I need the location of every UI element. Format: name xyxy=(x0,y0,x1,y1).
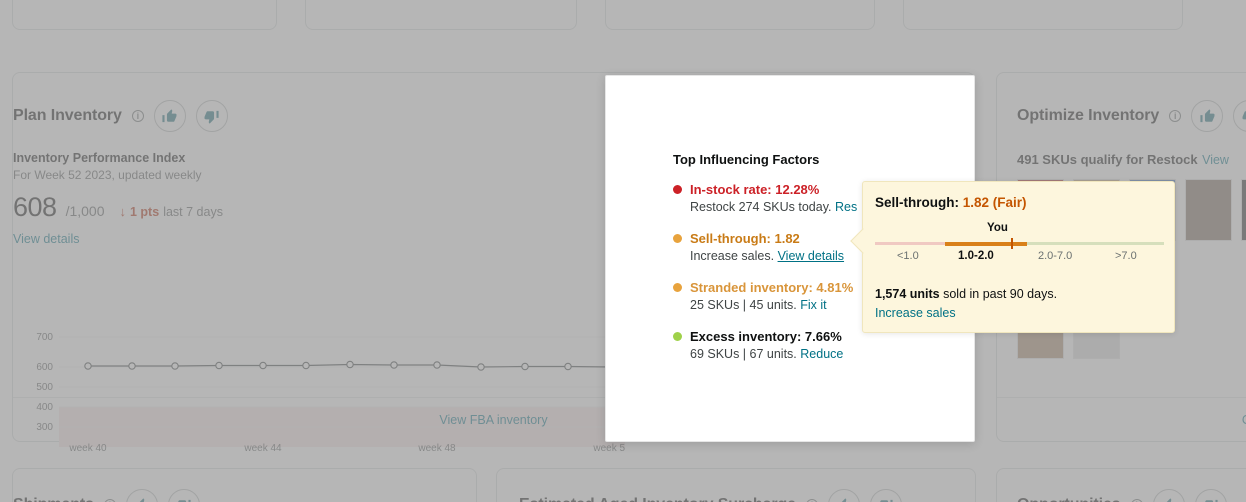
gauge-label-gt7: >7.0 xyxy=(1115,250,1137,262)
tooltip-title-value: 1.82 (Fair) xyxy=(962,195,1027,210)
ipi-score-denominator: /1,000 xyxy=(65,203,105,219)
thumbs-up-button[interactable] xyxy=(1191,100,1224,132)
gauge-segment-gt7 xyxy=(1089,242,1164,245)
product-thumbnail[interactable] xyxy=(1241,179,1246,241)
sell-through-tooltip: Sell-through: 1.82 (Fair) You <1.0 1.0-2… xyxy=(850,181,1175,333)
optimize-inventory-footer: Optimize FBA xyxy=(997,397,1246,441)
factor-action-link[interactable]: Reduce xyxy=(800,347,843,361)
svg-text:week 44: week 44 xyxy=(243,443,282,454)
tooltip-units-sold: 1,574 units xyxy=(875,287,940,301)
ipi-delta: ↓ 1 pts last 7 days xyxy=(120,204,223,219)
gauge-label-lt1: <1.0 xyxy=(897,250,919,262)
gauge-segment-2-7 xyxy=(1027,242,1089,245)
thumbs-up-icon xyxy=(841,497,847,502)
page-title: Plan Inventory xyxy=(13,107,122,124)
tooltip-title-prefix: Sell-through: xyxy=(875,195,963,210)
svg-text:week 52: week 52 xyxy=(592,443,625,454)
thumbs-up-button[interactable] xyxy=(125,489,158,502)
you-marker-tick xyxy=(1011,238,1013,249)
gauge-label-2-7: 2.0-7.0 xyxy=(1038,250,1073,262)
restock-label: 491 SKUs qualify for Restock xyxy=(1017,152,1198,167)
thumbs-down-icon xyxy=(880,499,894,502)
thumbs-up-icon xyxy=(1166,497,1172,502)
info-icon[interactable]: i xyxy=(131,110,144,122)
factor-action-link[interactable]: Res xyxy=(835,200,857,214)
ipi-delta-range: last 7 days xyxy=(163,205,223,219)
popover-title: Top Influencing Factors xyxy=(673,152,820,167)
restock-line: 491 SKUs qualify for Restock View xyxy=(1017,151,1246,169)
thumbs-up-button[interactable] xyxy=(153,100,186,132)
info-icon[interactable]: i xyxy=(1169,110,1182,122)
factor-excess-inventory: Excess inventory: 7.66% 69 SKUs | 67 uni… xyxy=(673,329,963,361)
gauge-label-1-2: 1.0-2.0 xyxy=(958,250,994,262)
arrow-down-icon: ↓ xyxy=(119,204,127,219)
restock-view-link[interactable]: View xyxy=(1202,153,1229,167)
ipi-score: 608 xyxy=(13,192,57,222)
sell-through-gauge xyxy=(875,238,1164,249)
thumbs-down-icon xyxy=(178,499,191,502)
aged-inventory-surcharge-card: Estimated Aged Inventory Surcharge i xyxy=(496,468,976,502)
thumbs-down-icon xyxy=(1242,110,1246,119)
increase-sales-link[interactable]: Increase sales xyxy=(875,306,956,320)
thumbs-up-icon xyxy=(139,497,145,502)
status-dot-amber xyxy=(673,283,682,292)
tooltip-title: Sell-through: 1.82 (Fair) xyxy=(875,195,1027,210)
optimize-inventory-title: Optimize Inventory xyxy=(1017,107,1160,124)
factor-detail-text: 25 SKUs | 45 units. xyxy=(690,298,797,312)
svg-text:700: 700 xyxy=(36,332,53,343)
ipi-delta-value: 1 pts xyxy=(130,205,160,219)
factor-action-link[interactable]: Fix it xyxy=(800,298,826,312)
ipi-note: For Week 52 2023, updated weekly xyxy=(13,168,202,182)
thumbs-down-button[interactable] xyxy=(1194,489,1227,502)
status-dot-red xyxy=(673,185,682,194)
top-card-3[interactable] xyxy=(605,0,875,30)
opportunities-card: Opportunities i xyxy=(996,468,1246,502)
thumbs-down-icon xyxy=(204,110,219,124)
factor-label: Sell-through: 1.82 xyxy=(690,231,800,246)
factor-detail: 69 SKUs | 67 units. Reduce xyxy=(673,347,963,361)
product-thumbnail[interactable] xyxy=(1185,179,1232,241)
svg-text:week 40: week 40 xyxy=(68,443,107,454)
you-marker-label: You xyxy=(987,222,1008,234)
thumbs-up-button[interactable] xyxy=(1152,489,1185,502)
status-dot-amber xyxy=(673,234,682,243)
inventory-dashboard: Plan Inventory i Inventory Performance I… xyxy=(0,0,1246,502)
optimize-fba-link[interactable]: Optimize FBA xyxy=(1242,413,1246,427)
factor-label: Excess inventory: 7.66% xyxy=(690,329,842,344)
svg-text:week 48: week 48 xyxy=(417,443,456,454)
thumbs-up-icon xyxy=(162,108,177,122)
gauge-segment-lt1 xyxy=(875,242,945,245)
shipments-title: Shipments xyxy=(13,496,94,502)
top-card-1[interactable] xyxy=(12,0,277,30)
ipi-subtitle: Inventory Performance Index xyxy=(13,151,186,165)
svg-text:500: 500 xyxy=(36,382,53,393)
factor-label: In-stock rate: 12.28% xyxy=(690,182,820,197)
view-fba-inventory-link[interactable]: View FBA inventory xyxy=(439,413,547,427)
gauge-scale-labels: <1.0 1.0-2.0 2.0-7.0 >7.0 xyxy=(875,250,1164,264)
opportunities-title: Opportunities xyxy=(1017,496,1121,502)
tooltip-body: 1,574 units sold in past 90 days. xyxy=(875,287,1057,301)
aged-inventory-surcharge-title: Estimated Aged Inventory Surcharge xyxy=(519,496,796,502)
thumbs-down-button[interactable] xyxy=(167,489,200,502)
tooltip-body-rest: sold in past 90 days. xyxy=(939,287,1058,301)
status-dot-green xyxy=(673,332,682,341)
thumbs-down-button[interactable] xyxy=(195,100,228,132)
thumbs-up-button[interactable] xyxy=(827,489,860,502)
ipi-score-row: 608 /1,000 ↓ 1 pts last 7 days xyxy=(13,192,223,223)
factor-action-link[interactable]: View details xyxy=(778,249,844,263)
svg-text:600: 600 xyxy=(36,362,53,373)
top-card-4[interactable] xyxy=(903,0,1183,30)
thumbs-down-icon xyxy=(1205,499,1218,502)
factor-detail-text: Increase sales. xyxy=(690,249,775,263)
factor-label: Stranded inventory: 4.81% xyxy=(690,280,854,295)
thumbs-down-button[interactable] xyxy=(869,489,902,502)
thumbs-up-icon xyxy=(1200,108,1215,122)
thumbs-down-button[interactable] xyxy=(1233,100,1246,132)
top-card-2[interactable] xyxy=(305,0,577,30)
view-details-link[interactable]: View details xyxy=(13,232,223,246)
gauge-segment-1-2 xyxy=(945,241,1027,246)
factor-detail-text: 69 SKUs | 67 units. xyxy=(690,347,797,361)
factor-detail-text: Restock 274 SKUs today. xyxy=(690,200,832,214)
shipments-card: Shipments i xyxy=(12,468,477,502)
